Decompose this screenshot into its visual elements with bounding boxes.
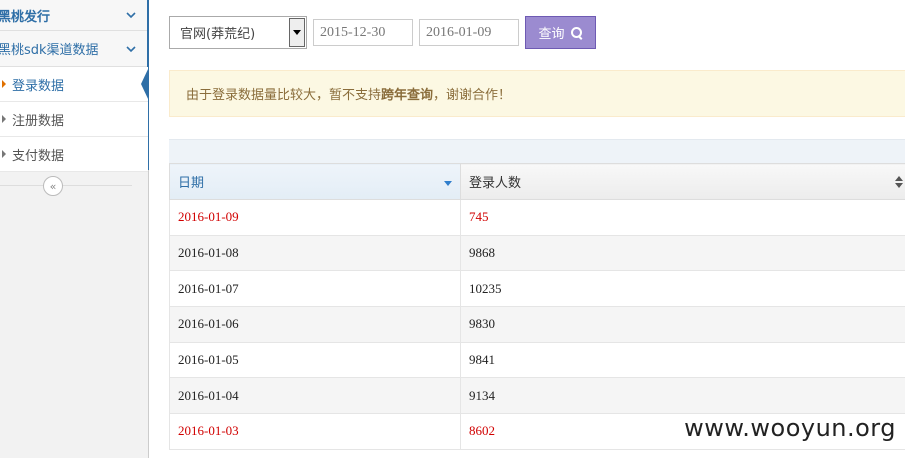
search-button[interactable]: 查询 bbox=[525, 16, 596, 49]
table-row: 2016-01-09 745 bbox=[169, 199, 905, 236]
notice-suffix: ，谢谢合作！ bbox=[433, 88, 512, 103]
channel-select[interactable]: 官网(莽荒纪) bbox=[169, 16, 307, 49]
main-content: 官网(莽荒纪) 2015-12-30 2016-01-09 查询 由于登录数据量… bbox=[149, 0, 905, 458]
table-row: 2016-01-08 9868 bbox=[169, 234, 905, 272]
cell-date: 2016-01-06 bbox=[169, 306, 461, 343]
cell-date: 2016-01-07 bbox=[169, 270, 461, 308]
cell-login-count: 9134 bbox=[460, 377, 905, 415]
table-header-row: 日期 登录人数 bbox=[169, 163, 905, 200]
cell-date: 2016-01-09 bbox=[169, 199, 461, 236]
sidebar-group-label: 黑桃发行 bbox=[0, 9, 51, 25]
active-item-pointer bbox=[141, 67, 149, 101]
divider bbox=[0, 185, 132, 186]
table-body: 2016-01-09 745 2016-01-08 9868 2016-01-07 102… bbox=[169, 199, 905, 450]
sort-icon bbox=[895, 176, 903, 188]
filter-toolbar: 官网(莽荒纪) 2015-12-30 2016-01-09 查询 bbox=[169, 16, 596, 49]
cell-login-count: 9841 bbox=[460, 341, 905, 379]
collapse-sidebar-icon[interactable]: « bbox=[43, 176, 63, 196]
login-data-table: 日期 登录人数 2016-01-09 745 2016-01-08 9868 2016-… bbox=[169, 163, 905, 450]
notice-emphasis: 跨年查询 bbox=[381, 88, 434, 103]
column-header-date[interactable]: 日期 bbox=[169, 163, 461, 200]
sidebar-item-register-data[interactable]: 注册数据 bbox=[0, 102, 148, 137]
sidebar-subnav: 登录数据 注册数据 支付数据 bbox=[0, 67, 148, 172]
table-row: 2016-01-05 9841 bbox=[169, 341, 905, 379]
cell-login-count: 10235 bbox=[460, 270, 905, 308]
column-header-label: 日期 bbox=[178, 176, 205, 191]
chevron-down-icon bbox=[126, 10, 136, 20]
sidebar-group-sdk-channel[interactable]: 黑桃sdk渠道数据 bbox=[0, 31, 148, 67]
cell-date: 2016-01-05 bbox=[169, 341, 461, 379]
watermark: www.wooyun.org bbox=[684, 414, 896, 442]
start-date-input[interactable]: 2015-12-30 bbox=[313, 19, 413, 46]
sort-desc-icon bbox=[444, 181, 452, 186]
table-toolbar-strip bbox=[169, 139, 905, 163]
end-date-input[interactable]: 2016-01-09 bbox=[419, 19, 519, 46]
caret-right-icon bbox=[2, 150, 6, 158]
column-header-login-count[interactable]: 登录人数 bbox=[460, 163, 905, 200]
sidebar-group-label: 黑桃sdk渠道数据 bbox=[0, 43, 99, 58]
cell-login-count: 745 bbox=[460, 199, 905, 236]
sidebar: 黑桃发行 黑桃sdk渠道数据 登录数据 注册数据 支付数据 « bbox=[0, 0, 149, 458]
sidebar-item-label: 支付数据 bbox=[12, 148, 65, 164]
sidebar-group-heitao-release[interactable]: 黑桃发行 bbox=[0, 0, 148, 31]
search-button-label: 查询 bbox=[538, 27, 565, 42]
table-row: 2016-01-07 10235 bbox=[169, 270, 905, 308]
notice-alert: 由于登录数据量比较大，暂不支持 跨年查询 ，谢谢合作！ bbox=[169, 70, 905, 117]
caret-right-icon bbox=[2, 115, 6, 123]
caret-right-icon bbox=[2, 80, 6, 88]
sidebar-collapse-row: « bbox=[0, 172, 148, 200]
table-row: 2016-01-06 9830 bbox=[169, 306, 905, 343]
channel-select-value: 官网(莽荒纪) bbox=[180, 27, 256, 42]
dropdown-arrow-icon[interactable] bbox=[289, 18, 305, 47]
cell-date: 2016-01-08 bbox=[169, 234, 461, 272]
chevron-down-icon bbox=[126, 44, 136, 54]
cell-date: 2016-01-04 bbox=[169, 377, 461, 415]
column-header-label: 登录人数 bbox=[469, 176, 522, 191]
cell-login-count: 9830 bbox=[460, 306, 905, 343]
sidebar-item-payment-data[interactable]: 支付数据 bbox=[0, 137, 148, 172]
data-table-wrapper: 日期 登录人数 2016-01-09 745 2016-01-08 9868 2016-… bbox=[169, 139, 905, 450]
cell-login-count: 9868 bbox=[460, 234, 905, 272]
cell-date: 2016-01-03 bbox=[169, 413, 461, 450]
table-row: 2016-01-04 9134 bbox=[169, 377, 905, 415]
sidebar-item-login-data[interactable]: 登录数据 bbox=[0, 67, 148, 102]
sidebar-item-label: 注册数据 bbox=[12, 113, 65, 129]
notice-prefix: 由于登录数据量比较大，暂不支持 bbox=[186, 88, 382, 103]
search-icon bbox=[570, 26, 583, 39]
sidebar-item-label: 登录数据 bbox=[12, 78, 65, 94]
